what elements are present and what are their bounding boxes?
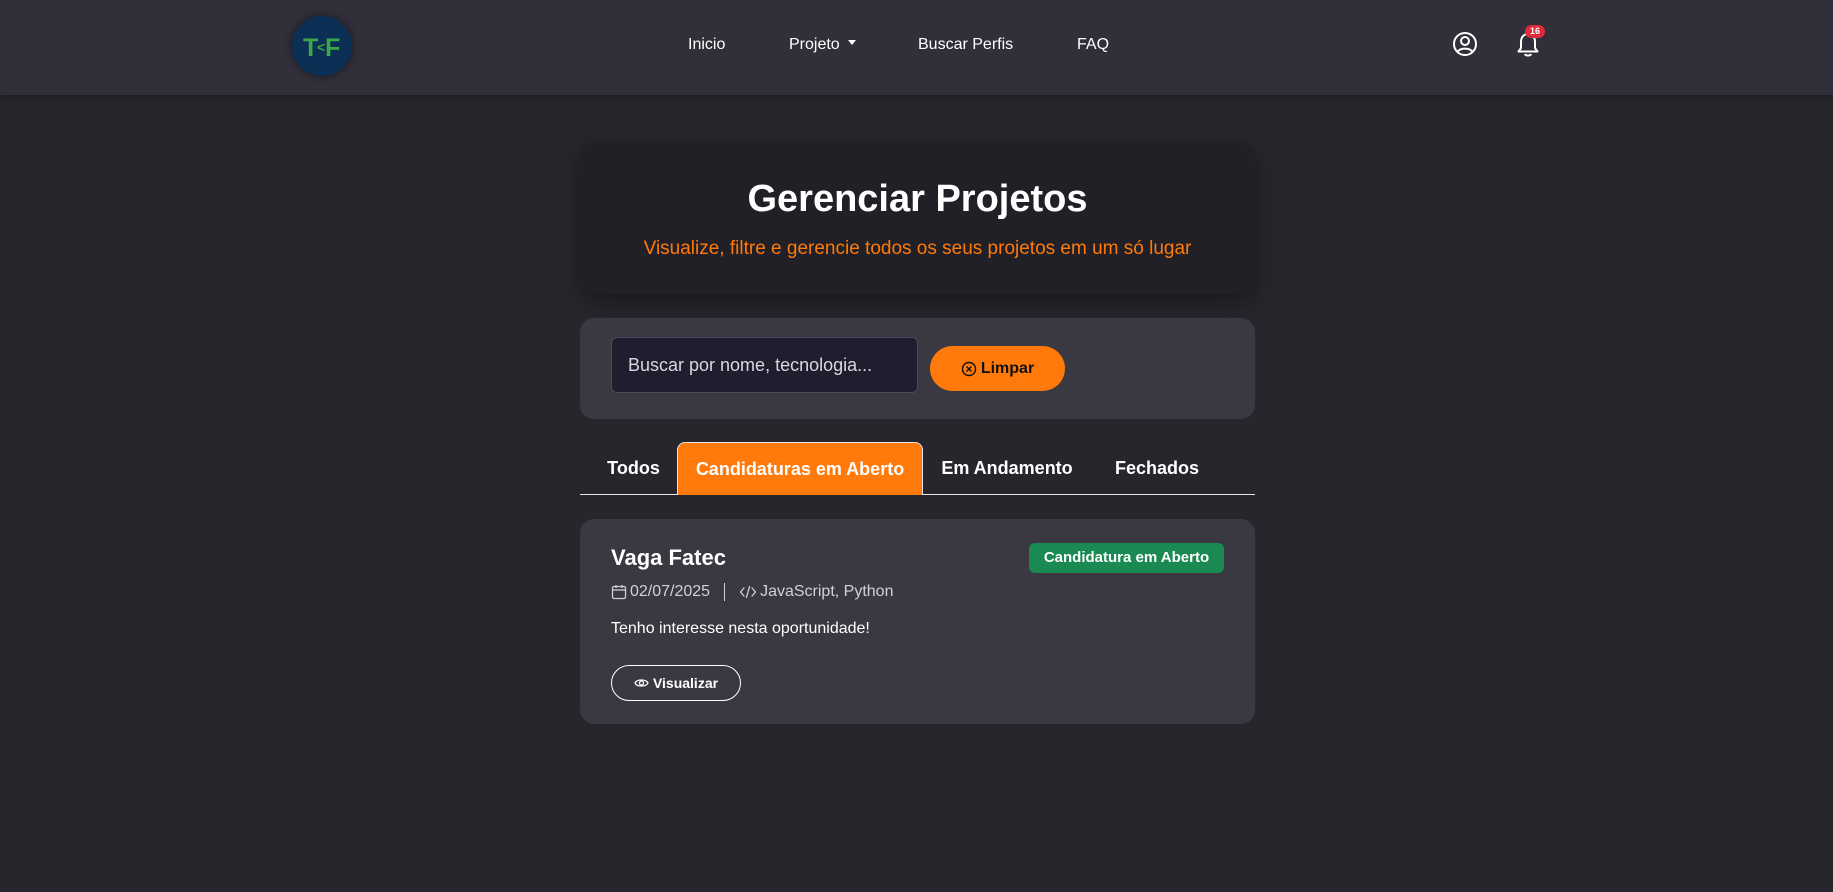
project-title: Vaga Fatec — [611, 545, 726, 570]
search-input[interactable] — [611, 337, 918, 393]
project-card: Vaga Fatec Candidatura em Aberto 02/07/2… — [580, 519, 1255, 724]
page-title: Gerenciar Projetos — [747, 178, 1088, 220]
search-panel: Limpar — [580, 318, 1255, 419]
project-description: Tenho interesse nesta oportunidade! — [611, 620, 870, 637]
top-navbar: T < F Inicio Projeto Buscar Perfis FAQ 1… — [0, 0, 1833, 95]
close-circle-icon — [961, 361, 977, 376]
eye-icon — [634, 679, 649, 687]
clear-button-label: Limpar — [980, 359, 1035, 377]
project-meta: 02/07/2025 JavaScript, Python — [611, 583, 893, 601]
nav-link-inicio[interactable]: Inicio — [688, 36, 725, 54]
notification-count-badge: 16 — [1525, 25, 1545, 38]
clear-button[interactable]: Limpar — [930, 346, 1065, 391]
tab-todos[interactable]: Todos — [590, 442, 677, 495]
tab-candidaturas-em-aberto[interactable]: Candidaturas em Aberto — [677, 442, 923, 495]
tab-em-andamento[interactable]: Em Andamento — [923, 442, 1091, 495]
meta-divider — [724, 583, 726, 601]
calendar-icon — [611, 585, 627, 600]
project-status-tabs: Todos Candidaturas em Aberto Em Andament… — [580, 442, 1255, 495]
tab-fechados[interactable]: Fechados — [1091, 442, 1223, 495]
page-subtitle: Visualize, filtre e gerencie todos os se… — [643, 238, 1192, 259]
main-nav: Inicio Projeto Buscar Perfis FAQ — [0, 0, 1833, 90]
status-badge: Candidatura em Aberto — [1029, 543, 1224, 573]
page-header-card: Gerenciar Projetos Visualize, filtre e g… — [580, 142, 1255, 294]
view-project-label: Visualizar — [652, 675, 719, 691]
chevron-down-icon — [847, 40, 856, 46]
nav-link-projeto-label: Projeto — [789, 36, 840, 53]
profile-button[interactable] — [1452, 31, 1478, 62]
code-icon — [739, 585, 757, 599]
project-technologies: JavaScript, Python — [760, 583, 894, 600]
project-date: 02/07/2025 — [630, 583, 711, 600]
nav-link-projeto[interactable]: Projeto — [789, 36, 856, 54]
view-project-button[interactable]: Visualizar — [611, 665, 741, 701]
user-circle-icon — [1453, 32, 1477, 56]
nav-link-buscar-perfis[interactable]: Buscar Perfis — [918, 36, 1013, 54]
nav-link-faq[interactable]: FAQ — [1077, 36, 1109, 54]
